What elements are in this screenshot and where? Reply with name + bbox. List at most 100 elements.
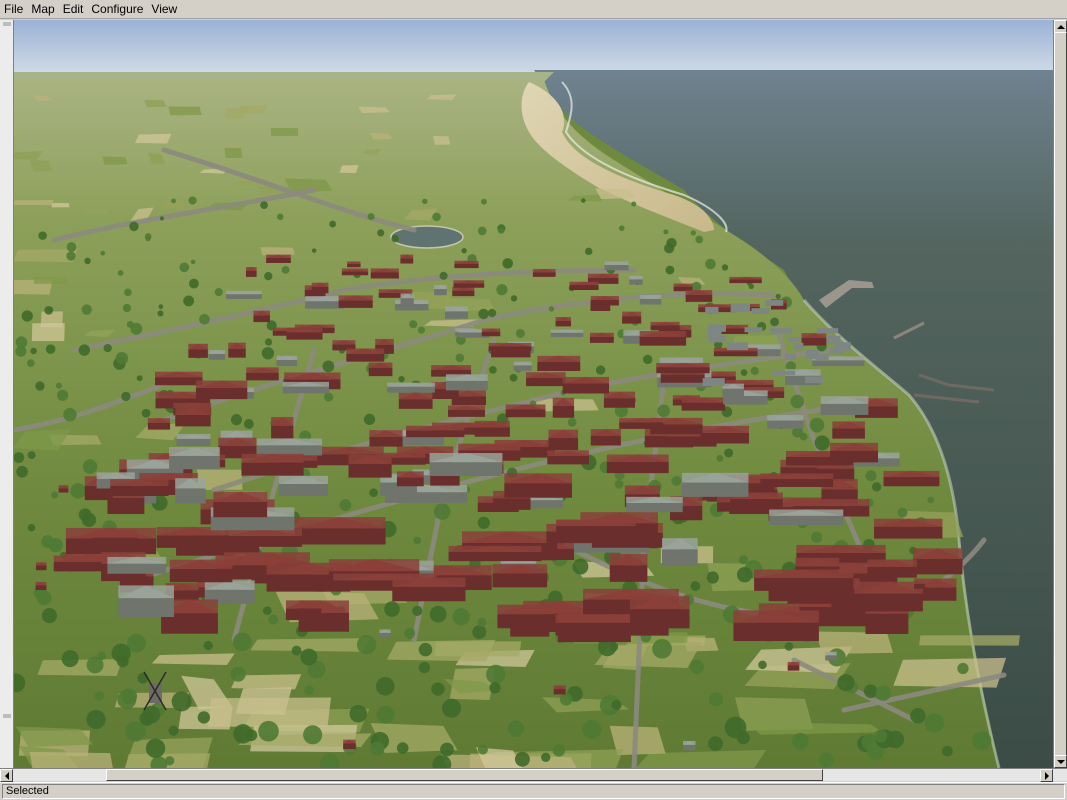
map-viewport[interactable]: [14, 20, 1053, 768]
warehouse: [805, 376, 824, 384]
building-wall: [175, 415, 211, 427]
building-roof: [285, 600, 322, 609]
scroll-left-button[interactable]: [0, 769, 13, 782]
building-wall: [865, 613, 909, 634]
tree: [35, 381, 45, 391]
tree: [705, 258, 716, 270]
tree: [582, 719, 602, 739]
tree: [972, 731, 992, 751]
tree: [642, 354, 653, 365]
tree: [775, 293, 781, 299]
scroll-down-button[interactable]: [1054, 755, 1067, 768]
tree: [66, 242, 77, 252]
tree: [740, 369, 748, 376]
building-roof: [448, 545, 542, 552]
tree: [478, 308, 489, 320]
building-roof: [173, 402, 212, 408]
building-roof: [169, 447, 220, 456]
building-wall: [629, 279, 643, 285]
building-roof: [343, 739, 356, 744]
field-patch: [37, 659, 123, 676]
tree: [422, 198, 428, 205]
tree: [461, 248, 467, 254]
vertical-scroll-thumb[interactable]: [1054, 32, 1067, 758]
scroll-right-button[interactable]: [1040, 769, 1053, 782]
tree: [799, 432, 808, 441]
building-roof: [609, 553, 648, 566]
building-roof: [867, 559, 917, 567]
building-wall: [555, 320, 572, 327]
building-wall: [589, 336, 614, 343]
menu-view[interactable]: View: [147, 0, 181, 18]
building-wall: [729, 279, 762, 284]
tree: [63, 407, 77, 422]
building-roof: [253, 310, 270, 316]
building-roof: [228, 342, 246, 349]
horizontal-scrollbar[interactable]: [0, 768, 1067, 782]
menu-edit[interactable]: Edit: [59, 0, 88, 18]
building-wall: [224, 535, 303, 547]
building-roof: [832, 421, 865, 429]
building-wall: [286, 332, 323, 340]
building-roof: [662, 538, 698, 550]
building-wall: [700, 432, 749, 444]
horizontal-scroll-thumb[interactable]: [106, 769, 823, 781]
building-wall: [867, 566, 917, 578]
tree: [376, 705, 395, 724]
building-wall: [767, 420, 804, 429]
tree: [78, 508, 92, 521]
warehouse: [708, 324, 726, 332]
tree: [304, 685, 314, 695]
tree: [81, 304, 92, 315]
building-roof: [276, 355, 298, 360]
building-roof: [107, 556, 167, 564]
tree: [671, 475, 682, 486]
building-roof: [629, 275, 643, 280]
menu-configure[interactable]: Configure: [87, 0, 147, 18]
building-roof: [284, 372, 341, 380]
tree: [432, 212, 441, 222]
building-wall: [914, 583, 925, 589]
building-wall: [656, 367, 710, 374]
tree: [689, 659, 705, 674]
tree: [145, 738, 166, 758]
building-wall: [569, 285, 599, 290]
building-wall: [176, 438, 211, 447]
building-roof: [434, 284, 447, 290]
vertical-scrollbar[interactable]: [1053, 20, 1067, 768]
building-roof: [370, 268, 399, 273]
field-patch: [143, 99, 167, 108]
tree: [398, 375, 405, 383]
field-patch: [270, 128, 299, 136]
tree: [738, 555, 748, 565]
building-roof: [225, 290, 262, 295]
building-roof: [96, 472, 135, 479]
arrow-down-icon: [1056, 759, 1065, 764]
building-roof: [218, 437, 257, 446]
menu-file[interactable]: File: [0, 0, 27, 18]
tree: [78, 344, 91, 356]
tree: [618, 225, 625, 232]
tree: [455, 353, 465, 363]
building-roof: [175, 407, 211, 416]
tree: [124, 288, 132, 297]
arrow-right-icon: [1044, 771, 1049, 780]
building-roof: [387, 382, 435, 387]
tree: [791, 732, 809, 750]
building-roof: [801, 333, 827, 339]
building-wall: [537, 361, 581, 372]
tree: [584, 247, 593, 256]
tree: [487, 308, 497, 318]
building-wall: [110, 485, 169, 497]
building-roof: [604, 261, 629, 266]
building-roof: [175, 478, 206, 489]
building-roof: [311, 282, 329, 287]
building-wall: [348, 463, 392, 478]
building-wall: [609, 565, 648, 582]
arrow-left-icon: [4, 771, 9, 780]
warehouse: [817, 328, 839, 334]
terrain-render[interactable]: [14, 20, 1053, 768]
building-roof: [92, 529, 138, 538]
building-wall: [622, 316, 642, 324]
menu-map[interactable]: Map: [27, 0, 58, 18]
